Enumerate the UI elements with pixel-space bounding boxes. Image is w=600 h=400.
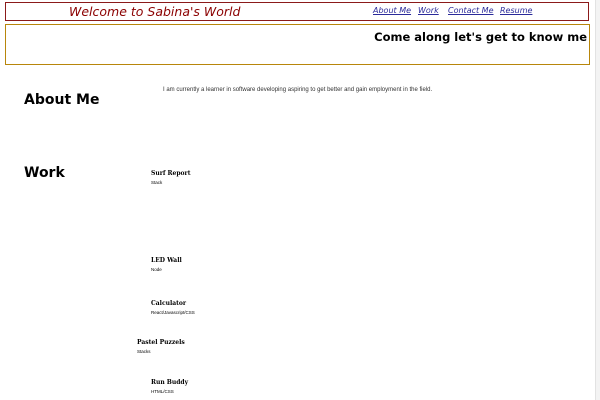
page: Welcome to Sabina's World About Me Work …: [0, 0, 600, 400]
about-me-heading: About Me: [24, 92, 100, 108]
project-stack: React/Javascript/CSS: [151, 310, 195, 315]
project-stack: HTML/CSS: [151, 389, 174, 394]
project-title[interactable]: Surf Report: [151, 170, 190, 178]
project-title[interactable]: LED Wall: [151, 257, 182, 265]
project-title[interactable]: Run Buddy: [151, 379, 188, 387]
nav-link-work[interactable]: Work: [418, 6, 439, 16]
project-stack: Stack: [151, 180, 163, 185]
nav-link-contact-me[interactable]: Contact Me: [448, 6, 494, 16]
vertical-scrollbar[interactable]: [595, 0, 600, 400]
nav-link-resume[interactable]: Resume: [500, 6, 532, 16]
project-stack: Node: [151, 267, 162, 272]
hero-tagline: Come along let's get to know me: [374, 30, 587, 44]
header-bar: Welcome to Sabina's World About Me Work …: [5, 2, 589, 21]
hero-banner: Come along let's get to know me: [5, 24, 590, 65]
site-title: Welcome to Sabina's World: [69, 4, 241, 19]
about-me-text: I am currently a learner in software dev…: [163, 87, 433, 93]
nav-link-about-me[interactable]: About Me: [373, 6, 411, 16]
project-title[interactable]: Calculator: [151, 300, 186, 308]
project-stack: Stacks: [137, 349, 151, 354]
project-title[interactable]: Pastel Puzzels: [137, 339, 185, 347]
work-heading: Work: [24, 165, 65, 181]
